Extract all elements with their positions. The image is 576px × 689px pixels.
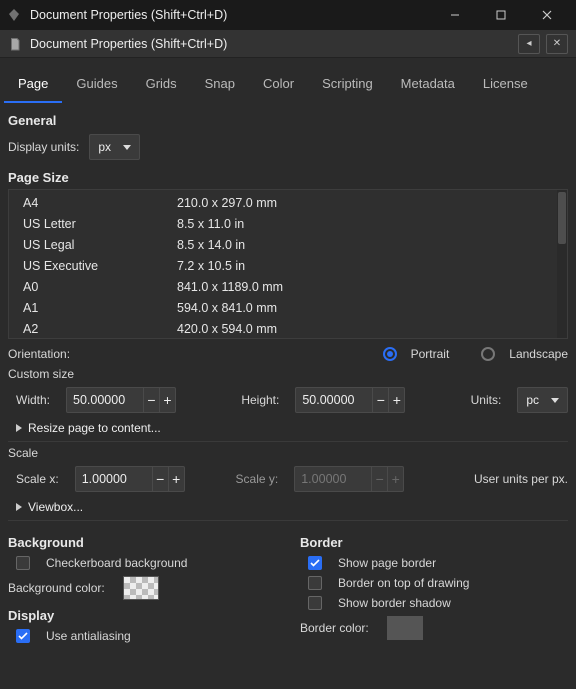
list-item[interactable]: A4210.0 x 297.0 mm bbox=[9, 192, 567, 213]
border-heading: Border bbox=[300, 535, 568, 550]
height-increment[interactable]: + bbox=[388, 387, 404, 413]
scale-y-label: Scale y: bbox=[236, 472, 279, 486]
maximize-button[interactable] bbox=[478, 0, 524, 30]
bg-color-label: Background color: bbox=[8, 581, 105, 595]
width-spinner[interactable]: − + bbox=[66, 387, 176, 413]
width-increment[interactable]: + bbox=[159, 387, 175, 413]
list-scrollbar[interactable] bbox=[557, 190, 567, 338]
width-decrement[interactable]: − bbox=[143, 387, 159, 413]
panel-close-button[interactable]: ✕ bbox=[546, 34, 568, 54]
height-decrement[interactable]: − bbox=[372, 387, 388, 413]
list-item[interactable]: US Executive7.2 x 10.5 in bbox=[9, 255, 567, 276]
landscape-radio[interactable] bbox=[481, 347, 495, 361]
landscape-label: Landscape bbox=[509, 347, 568, 361]
show-shadow-label: Show border shadow bbox=[338, 596, 451, 610]
chevron-down-icon bbox=[123, 145, 131, 150]
window-titlebar: Document Properties (Shift+Ctrl+D) bbox=[0, 0, 576, 30]
bg-color-swatch[interactable] bbox=[123, 576, 159, 600]
list-item[interactable]: US Letter8.5 x 11.0 in bbox=[9, 213, 567, 234]
portrait-label: Portrait bbox=[411, 347, 450, 361]
viewbox-expander[interactable]: Viewbox... bbox=[8, 500, 568, 514]
window-title: Document Properties (Shift+Ctrl+D) bbox=[30, 8, 432, 22]
tab-scripting[interactable]: Scripting bbox=[308, 68, 387, 103]
scale-y-decrement: − bbox=[371, 466, 387, 492]
resize-to-content-label: Resize page to content... bbox=[28, 421, 161, 435]
border-color-swatch[interactable] bbox=[387, 616, 423, 640]
portrait-radio[interactable] bbox=[383, 347, 397, 361]
list-item[interactable]: A1594.0 x 841.0 mm bbox=[9, 297, 567, 318]
width-input[interactable] bbox=[67, 393, 143, 407]
scale-y-spinner: − + bbox=[294, 466, 404, 492]
page-size-list[interactable]: A4210.0 x 297.0 mm US Letter8.5 x 11.0 i… bbox=[8, 189, 568, 339]
orientation-label: Orientation: bbox=[8, 347, 373, 361]
panel-header: Document Properties (Shift+Ctrl+D) ◂ ✕ bbox=[0, 30, 576, 58]
general-heading: General bbox=[8, 113, 568, 128]
height-input[interactable] bbox=[296, 393, 372, 407]
show-border-checkbox[interactable] bbox=[308, 556, 322, 570]
width-label: Width: bbox=[16, 393, 50, 407]
scale-x-label: Scale x: bbox=[16, 472, 59, 486]
tab-grids[interactable]: Grids bbox=[132, 68, 191, 103]
scale-x-input[interactable] bbox=[76, 472, 152, 486]
border-on-top-label: Border on top of drawing bbox=[338, 576, 469, 590]
height-label: Height: bbox=[241, 393, 279, 407]
viewbox-label: Viewbox... bbox=[28, 500, 83, 514]
border-color-label: Border color: bbox=[300, 621, 369, 635]
tab-bar: Page Guides Grids Snap Color Scripting M… bbox=[0, 58, 576, 103]
tab-page[interactable]: Page bbox=[4, 68, 62, 103]
checkerboard-label: Checkerboard background bbox=[46, 556, 187, 570]
scale-x-decrement[interactable]: − bbox=[152, 466, 168, 492]
list-item[interactable]: US Legal8.5 x 14.0 in bbox=[9, 234, 567, 255]
user-units-label: User units per px. bbox=[474, 472, 568, 486]
scale-y-increment: + bbox=[387, 466, 403, 492]
units-value: pc bbox=[526, 393, 539, 407]
scrollbar-thumb[interactable] bbox=[558, 192, 566, 244]
antialias-checkbox[interactable] bbox=[16, 629, 30, 643]
tab-snap[interactable]: Snap bbox=[191, 68, 249, 103]
custom-size-heading: Custom size bbox=[8, 367, 568, 381]
chevron-down-icon bbox=[551, 398, 559, 403]
show-border-label: Show page border bbox=[338, 556, 436, 570]
units-dropdown[interactable]: pc bbox=[517, 387, 568, 413]
triangle-right-icon bbox=[16, 424, 22, 432]
app-icon bbox=[6, 7, 22, 23]
antialias-label: Use antialiasing bbox=[46, 629, 131, 643]
display-units-label: Display units: bbox=[8, 140, 79, 154]
display-units-dropdown[interactable]: px bbox=[89, 134, 140, 160]
list-item[interactable]: A2420.0 x 594.0 mm bbox=[9, 318, 567, 339]
panel-title: Document Properties (Shift+Ctrl+D) bbox=[30, 37, 512, 51]
tab-color[interactable]: Color bbox=[249, 68, 308, 103]
scale-x-increment[interactable]: + bbox=[168, 466, 184, 492]
page-size-heading: Page Size bbox=[8, 170, 568, 185]
list-item[interactable]: A0841.0 x 1189.0 mm bbox=[9, 276, 567, 297]
scale-x-spinner[interactable]: − + bbox=[75, 466, 185, 492]
checkerboard-checkbox[interactable] bbox=[16, 556, 30, 570]
display-units-value: px bbox=[98, 140, 111, 154]
tab-metadata[interactable]: Metadata bbox=[387, 68, 469, 103]
scale-y-input bbox=[295, 472, 371, 486]
triangle-right-icon bbox=[16, 503, 22, 511]
border-on-top-checkbox[interactable] bbox=[308, 576, 322, 590]
display-heading: Display bbox=[8, 608, 276, 623]
height-spinner[interactable]: − + bbox=[295, 387, 405, 413]
show-shadow-checkbox[interactable] bbox=[308, 596, 322, 610]
minimize-button[interactable] bbox=[432, 0, 478, 30]
tab-license[interactable]: License bbox=[469, 68, 542, 103]
scale-heading: Scale bbox=[8, 446, 568, 460]
document-icon bbox=[8, 37, 22, 51]
background-heading: Background bbox=[8, 535, 276, 550]
resize-to-content-expander[interactable]: Resize page to content... bbox=[8, 421, 568, 435]
close-button[interactable] bbox=[524, 0, 570, 30]
units-label: Units: bbox=[471, 393, 502, 407]
panel-menu-button[interactable]: ◂ bbox=[518, 34, 540, 54]
tab-guides[interactable]: Guides bbox=[62, 68, 131, 103]
